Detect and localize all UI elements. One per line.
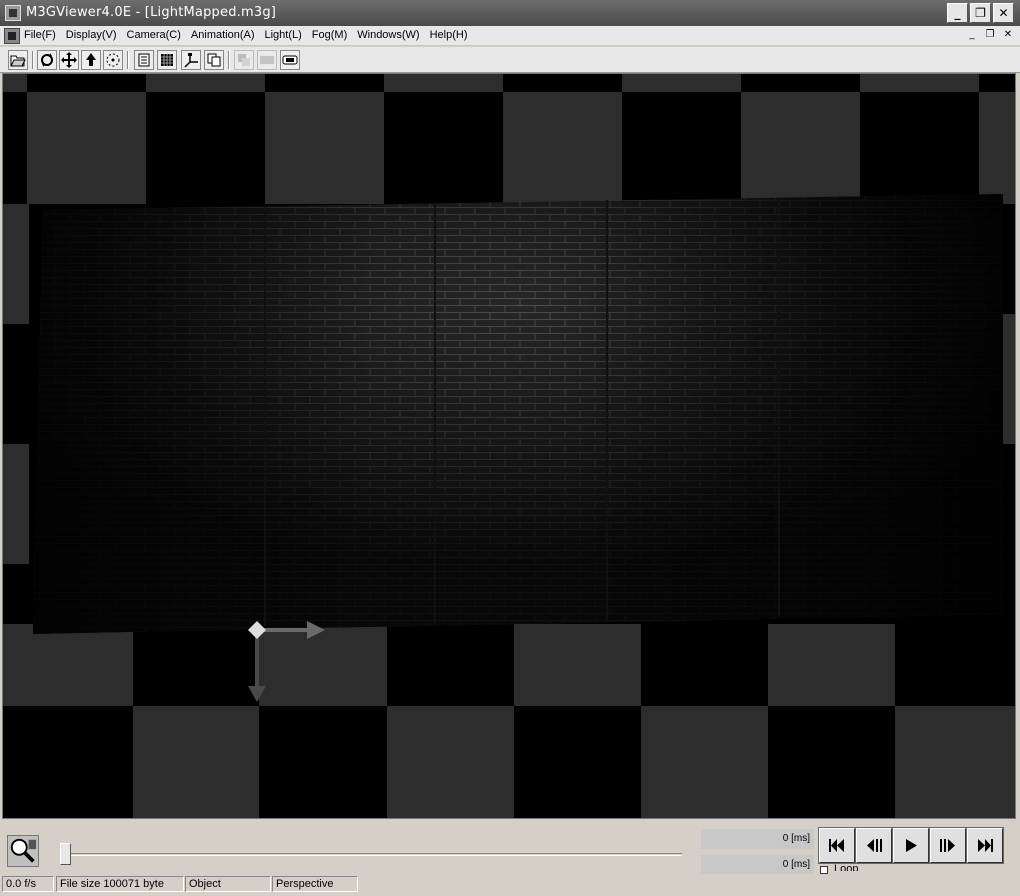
- mdi-restore-button[interactable]: ❐: [982, 28, 998, 42]
- axes-icon[interactable]: [181, 50, 201, 70]
- window-title: M3GViewer4.0E - [LightMapped.m3g]: [26, 5, 277, 20]
- menu-help[interactable]: Help(H): [430, 29, 468, 41]
- fps-readout: 0.0 f/s: [2, 876, 54, 892]
- menu-bar: File(F) Display(V) Camera(C) Animation(A…: [0, 26, 1020, 46]
- menu-display[interactable]: Display(V): [66, 29, 117, 41]
- current-time-display: 0 [ms]: [701, 829, 814, 849]
- zoom-icon[interactable]: [81, 50, 101, 70]
- menu-camera[interactable]: Camera(C): [127, 29, 181, 41]
- move-icon[interactable]: [59, 50, 79, 70]
- menu-fog[interactable]: Fog(M): [312, 29, 347, 41]
- skip-to-end-button[interactable]: [966, 827, 1004, 864]
- status-empty-area: [359, 876, 1018, 892]
- menu-animation[interactable]: Animation(A): [191, 29, 255, 41]
- animation-panel: 0 [ms] 0 [ms] Loop: [0, 820, 1020, 875]
- open-folder-icon[interactable]: [8, 50, 28, 70]
- step-forward-button[interactable]: [929, 827, 967, 864]
- brick-wall: [33, 194, 1003, 634]
- timeline-track[interactable]: [62, 853, 682, 856]
- status-bar: 0.0 f/s File size 100071 byte Object Per…: [0, 874, 1020, 896]
- mdi-close-button[interactable]: ✕: [1000, 28, 1016, 42]
- step-back-button[interactable]: [855, 827, 893, 864]
- target-icon[interactable]: [103, 50, 123, 70]
- projection-readout: Perspective: [272, 876, 358, 892]
- layers-icon[interactable]: [234, 50, 254, 70]
- loop-checkbox[interactable]: [820, 866, 828, 874]
- maximize-button[interactable]: ❐: [970, 3, 991, 23]
- skip-to-start-button[interactable]: [818, 827, 856, 864]
- menu-windows[interactable]: Windows(W): [357, 29, 419, 41]
- file-size-readout: File size 100071 byte: [56, 876, 184, 892]
- film-icon[interactable]: [280, 50, 300, 70]
- grid-icon[interactable]: [157, 50, 177, 70]
- search-icon[interactable]: [7, 835, 39, 867]
- page-icon[interactable]: [134, 50, 154, 70]
- close-button[interactable]: ✕: [993, 3, 1014, 23]
- loop-label: Loop: [834, 863, 859, 871]
- total-time-display: 0 [ms]: [701, 855, 814, 875]
- toolbar: [0, 47, 1020, 73]
- app-icon[interactable]: [5, 5, 21, 21]
- gradient-icon[interactable]: [257, 50, 277, 70]
- title-bar: M3GViewer4.0E - [LightMapped.m3g] _ ❐ ✕: [0, 0, 1020, 26]
- rotate-icon[interactable]: [37, 50, 57, 70]
- menu-file[interactable]: File(F): [24, 29, 56, 41]
- mode-readout: Object: [185, 876, 271, 892]
- mdi-minimize-button[interactable]: _: [964, 28, 980, 42]
- document-icon[interactable]: [4, 28, 20, 44]
- minimize-button[interactable]: _: [947, 3, 968, 23]
- play-button[interactable]: [892, 827, 930, 864]
- copy-icon[interactable]: [204, 50, 224, 70]
- timeline-slider-thumb[interactable]: [60, 843, 71, 865]
- menu-light[interactable]: Light(L): [265, 29, 302, 41]
- 3d-viewport[interactable]: [2, 73, 1016, 819]
